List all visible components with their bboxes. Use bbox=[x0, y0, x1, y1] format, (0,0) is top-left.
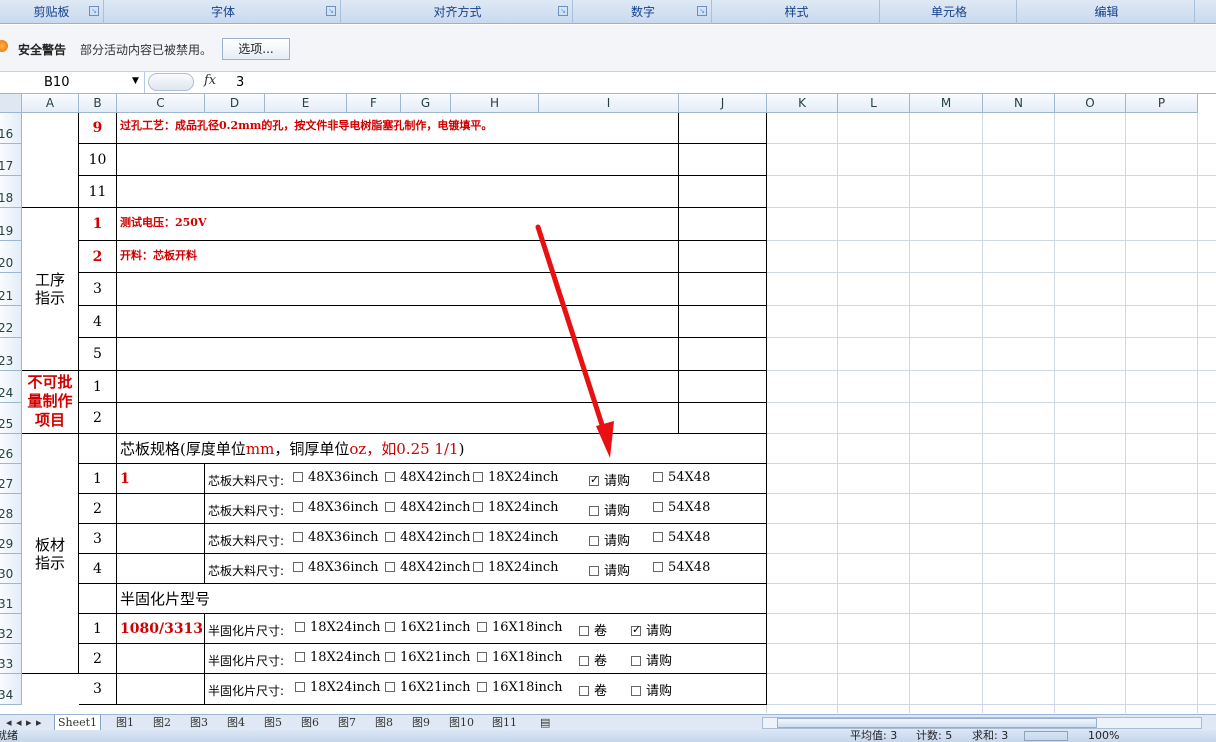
sheet-tab[interactable]: 图1 bbox=[116, 715, 134, 731]
sheet-tab[interactable]: Sheet1 bbox=[54, 715, 102, 731]
security-title: 安全警告 bbox=[18, 43, 67, 57]
red-arrow-annotation bbox=[535, 224, 614, 458]
dialog-launcher-icon[interactable]: ↘ bbox=[697, 6, 707, 16]
ribbon-group-label: 编辑 bbox=[1094, 5, 1119, 19]
status-bar: 就绪 平均值: 3 计数: 5 求和: 3 100% bbox=[0, 730, 1216, 742]
dialog-launcher-icon[interactable]: ↘ bbox=[89, 6, 99, 16]
security-warning-bar: 安全警告 部分活动内容已被禁用。 选项... bbox=[0, 25, 1216, 72]
ribbon-group-number: 数字 ↘ bbox=[575, 0, 712, 24]
sheet-tab[interactable]: 图6 bbox=[301, 715, 319, 731]
ribbon-group-label: 剪贴板 bbox=[33, 5, 70, 19]
sheet-tab[interactable]: 图10 bbox=[449, 715, 474, 731]
sheet-tab-bar: ◂ ◂ ▸ ▸ ▤ Sheet1 图1 图2 图3 图4 图5 图6 图7 图8 图9 图10 图11 bbox=[0, 714, 1216, 731]
shield-warning-icon bbox=[0, 40, 8, 52]
chevron-down-icon[interactable]: ▼ bbox=[132, 76, 139, 86]
view-buttons[interactable] bbox=[1024, 731, 1068, 741]
status-ready: 就绪 bbox=[0, 729, 18, 742]
formula-bar: B10 ▼ fx 3 bbox=[0, 72, 1216, 94]
ribbon-group-bar: 剪贴板 ↘ 字体 ↘ 对齐方式 ↘ 数字 ↘ 样式 单元格 编辑 bbox=[0, 0, 1216, 24]
dialog-launcher-icon[interactable]: ↘ bbox=[558, 6, 568, 16]
arrow-head bbox=[596, 421, 614, 458]
dialog-launcher-icon[interactable]: ↘ bbox=[326, 6, 336, 16]
insert-function-icon[interactable]: fx bbox=[204, 73, 216, 88]
horizontal-scrollbar[interactable] bbox=[762, 717, 1202, 729]
sheet-tab[interactable]: 图2 bbox=[153, 715, 171, 731]
tab-scroll-next-icon[interactable]: ▸ bbox=[26, 715, 32, 731]
sheet-tab[interactable]: 图5 bbox=[264, 715, 282, 731]
status-average: 平均值: 3 bbox=[850, 729, 898, 742]
arrow-shaft bbox=[535, 224, 608, 437]
ribbon-group-alignment: 对齐方式 ↘ bbox=[343, 0, 573, 24]
name-box[interactable]: B10 bbox=[0, 72, 145, 93]
ribbon-group-editing: 编辑 bbox=[1019, 0, 1195, 24]
sheet-tab[interactable]: 图7 bbox=[338, 715, 356, 731]
options-button[interactable]: 选项... bbox=[222, 38, 290, 60]
tab-scroll-last-icon[interactable]: ▸ bbox=[36, 715, 42, 731]
ribbon-group-font: 字体 ↘ bbox=[106, 0, 341, 24]
ribbon-group-styles: 样式 bbox=[714, 0, 880, 24]
ribbon-group-label: 样式 bbox=[784, 5, 809, 19]
ribbon-group-label: 对齐方式 bbox=[433, 5, 482, 19]
sheet-tab[interactable]: 图4 bbox=[227, 715, 245, 731]
scrollbar-thumb[interactable] bbox=[777, 718, 1097, 728]
ribbon-group-cells: 单元格 bbox=[882, 0, 1017, 24]
name-box-value: B10 bbox=[44, 75, 70, 90]
sheet-tab[interactable]: 图9 bbox=[412, 715, 430, 731]
formula-bar-resize-handle[interactable] bbox=[148, 73, 194, 91]
worksheet-grid[interactable]: A B C D E F G H I J K L M N O P 16 17 18 19 20 21 22 23 24 25 26 27… bbox=[0, 94, 1216, 714]
status-count: 计数: 5 bbox=[916, 729, 953, 742]
sheet-tab[interactable]: 图8 bbox=[375, 715, 393, 731]
sheet-tab[interactable]: 图3 bbox=[190, 715, 208, 731]
ribbon-group-label: 数字 bbox=[630, 5, 655, 19]
formula-input[interactable]: 3 bbox=[236, 75, 244, 90]
sheet-tab[interactable]: 图11 bbox=[492, 715, 517, 731]
security-message: 部分活动内容已被禁用。 bbox=[80, 43, 213, 57]
ribbon-group-clipboard: 剪贴板 ↘ bbox=[0, 0, 104, 24]
ribbon-group-label: 字体 bbox=[210, 5, 235, 19]
insert-sheet-icon[interactable]: ▤ bbox=[540, 715, 550, 731]
ribbon-group-label: 单元格 bbox=[930, 5, 967, 19]
zoom-level[interactable]: 100% bbox=[1088, 730, 1119, 742]
status-sum: 求和: 3 bbox=[972, 729, 1009, 742]
